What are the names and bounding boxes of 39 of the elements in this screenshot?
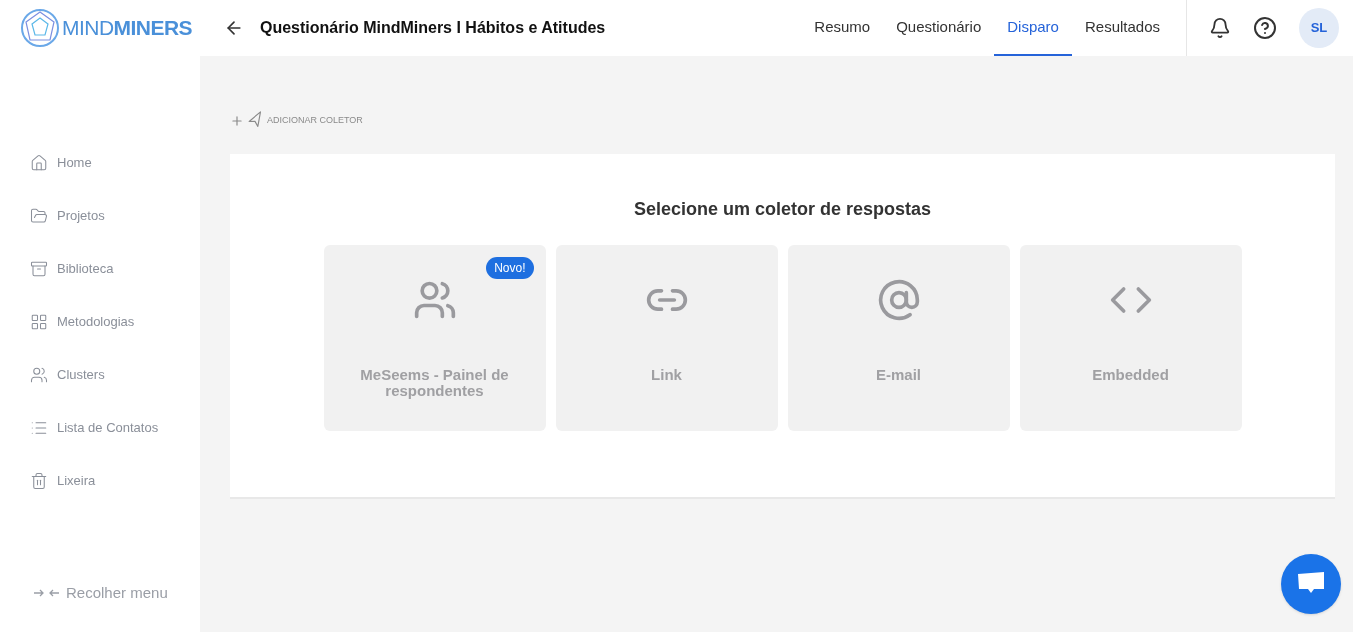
logo-icon xyxy=(20,8,60,48)
panel-title: Selecione um coletor de respostas xyxy=(633,198,932,221)
users-icon xyxy=(30,365,48,384)
archive-icon xyxy=(30,259,48,278)
sidebar-item[interactable]: Lixeira xyxy=(0,454,200,507)
at-sign-icon xyxy=(876,278,921,322)
collector-label: MeSeems - Painel de respondentes xyxy=(359,367,510,399)
grid-icon xyxy=(30,312,48,331)
collapse-menu-button[interactable]: Recolher menu xyxy=(0,581,200,604)
collector-card[interactable]: Link xyxy=(555,245,778,431)
collector-card[interactable]: Embedded xyxy=(1019,245,1242,431)
notifications-button[interactable] xyxy=(1209,17,1231,39)
collector-card[interactable]: E-mail xyxy=(787,245,1010,431)
chat-button[interactable] xyxy=(1281,554,1341,614)
sidebar-item[interactable]: Metodologias xyxy=(0,295,200,348)
sidebar-item[interactable]: Home xyxy=(0,136,200,189)
collector-label: Link xyxy=(650,367,683,383)
nav-tab[interactable]: Questionário xyxy=(883,0,995,56)
add-collector-button[interactable]: ADICIONAR COLETOR xyxy=(230,112,363,129)
project-title: Questionário MindMiners I Hábitos e Atitudes xyxy=(260,18,606,38)
nav-tab[interactable]: Disparo xyxy=(994,0,1072,56)
nav-tab[interactable]: Resumo xyxy=(801,0,884,56)
folder-icon xyxy=(30,206,48,225)
collapse-arrows-icon xyxy=(33,587,60,598)
nav-tab[interactable]: Resultados xyxy=(1071,0,1173,56)
collector-label: Embedded xyxy=(1091,367,1170,383)
plus-icon xyxy=(230,113,244,128)
help-button[interactable] xyxy=(1253,16,1277,40)
sidebar-item[interactable]: Lista de Contatos xyxy=(0,401,200,454)
sidebar-item[interactable]: Biblioteca xyxy=(0,242,200,295)
collector-card[interactable]: Novo! MeSeems - Painel de respondentes xyxy=(323,245,546,431)
sidebar-item[interactable]: Projetos xyxy=(0,189,200,242)
user-avatar[interactable]: SL xyxy=(1299,8,1339,48)
new-badge: Novo! xyxy=(486,257,534,279)
home-icon xyxy=(30,153,48,172)
collector-label: E-mail xyxy=(875,367,922,383)
logo-text: MINDMINERS xyxy=(62,15,193,42)
trash-icon xyxy=(30,471,48,490)
sidebar-item[interactable]: Clusters xyxy=(0,348,200,401)
